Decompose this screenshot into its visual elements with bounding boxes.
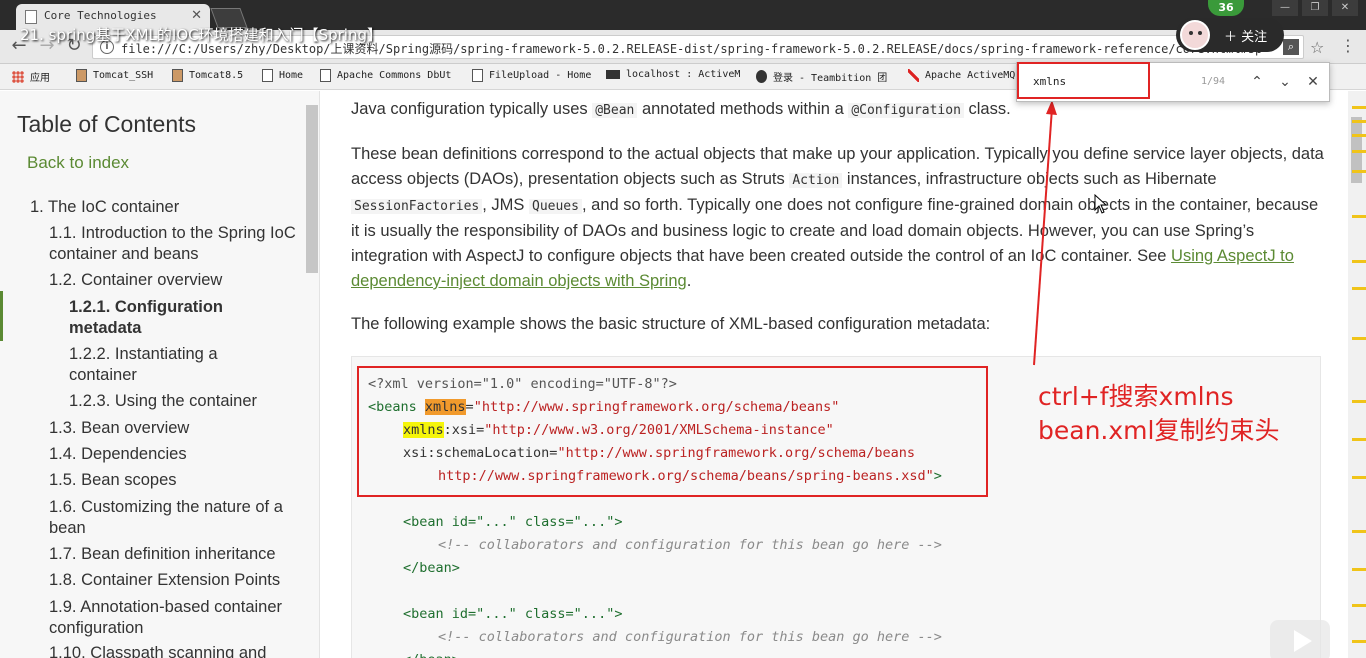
page-icon (320, 69, 331, 82)
find-result-marker (1352, 438, 1366, 441)
page-scrollbar[interactable] (1348, 91, 1366, 658)
close-window-button[interactable]: ✕ (1332, 0, 1358, 16)
toc-item[interactable]: 1.10. Classpath scanning and (49, 643, 299, 658)
bookmark-tomcat85[interactable]: Tomcat8.5 (172, 69, 243, 82)
find-result-marker (1352, 215, 1366, 218)
inline-code: @Configuration (848, 103, 964, 118)
find-match-count: 1/94 (1201, 76, 1226, 87)
avatar (1180, 20, 1210, 50)
teambition-icon (756, 70, 767, 83)
notification-badge: 36 (1208, 0, 1244, 16)
sidebar-scrollbar[interactable] (306, 105, 318, 273)
inline-code: SessionFactories (351, 199, 483, 214)
find-next-icon[interactable]: ⌄ (1275, 72, 1295, 92)
toc-item[interactable]: 1.2.3. Using the container (69, 391, 299, 412)
code-line: </bean> (403, 652, 460, 658)
find-result-marker (1352, 400, 1366, 403)
feather-icon (908, 69, 919, 82)
find-result-marker (1352, 120, 1366, 123)
apps-grid-icon (12, 70, 24, 83)
annotation-box-find (1017, 62, 1150, 99)
toc-item[interactable]: 1.7. Bean definition inheritance (49, 544, 299, 565)
menu-icon[interactable]: ⋮ (1340, 36, 1356, 55)
search-icon[interactable]: ⌕ (1283, 39, 1299, 55)
find-result-marker (1352, 476, 1366, 479)
follow-label: ＋ 关注 (1224, 30, 1268, 45)
find-result-marker (1352, 337, 1366, 340)
find-result-marker (1352, 134, 1366, 137)
paragraph: The following example shows the basic st… (351, 315, 991, 333)
find-result-marker (1352, 170, 1366, 173)
activemq-icon (606, 70, 620, 79)
toc-item-active[interactable]: 1.2.1. Configuration metadata (69, 297, 269, 339)
close-tab-icon[interactable]: ✕ (191, 8, 202, 23)
table-of-contents: Table of Contents Back to index 1. The I… (0, 91, 320, 658)
play-icon[interactable] (1270, 620, 1330, 658)
find-result-marker (1352, 568, 1366, 571)
follow-button[interactable]: ＋ 关注 (1176, 18, 1284, 52)
code-comment: <!-- collaborators and configuration for… (438, 629, 942, 645)
toc-item[interactable]: 1.2. Container overview (49, 270, 299, 291)
minimize-button[interactable]: — (1272, 0, 1298, 16)
toc-item[interactable]: 1.5. Bean scopes (49, 470, 299, 491)
annotation-line: bean.xml复制约束头 (1038, 416, 1280, 445)
find-result-marker (1352, 530, 1366, 533)
code-line: </bean> (403, 560, 460, 576)
find-result-marker (1352, 260, 1366, 263)
bookmark-activemq-localhost[interactable]: localhost : ActiveM (606, 69, 740, 80)
paragraph: These bean definitions correspond to the… (351, 145, 1324, 290)
find-previous-icon[interactable]: ⌃ (1247, 72, 1267, 92)
tomcat-icon (76, 69, 87, 82)
page-icon (472, 69, 483, 82)
toc-item[interactable]: 1.1. Introduction to the Spring IoC cont… (49, 223, 299, 265)
annotation-note: ctrl+f搜索xmlns bean.xml复制约束头 (1038, 380, 1279, 448)
code-line: <bean id="..." class="..."> (403, 606, 623, 622)
toc-item[interactable]: 1.3. Bean overview (49, 418, 299, 439)
bookmark-fileupload[interactable]: FileUpload - Home (472, 69, 591, 82)
inline-code: Queues (529, 199, 582, 214)
inline-code: @Bean (592, 103, 638, 118)
toc-item[interactable]: 1.4. Dependencies (49, 444, 299, 465)
bookmark-home[interactable]: Home (262, 69, 303, 82)
tomcat-icon (172, 69, 183, 82)
window-controls: — ❐ ✕ (1272, 0, 1358, 16)
back-to-index-link[interactable]: Back to index (27, 153, 129, 173)
code-comment: <!-- collaborators and configuration for… (438, 537, 942, 553)
find-result-marker (1352, 150, 1366, 153)
toc-item[interactable]: 1. The IoC container (30, 197, 300, 218)
annotation-line: ctrl+f搜索xmlns (1038, 382, 1234, 411)
video-title: 21. spring基于XML的IOC环境搭建和入门【Spring】 (20, 26, 383, 44)
active-indicator (0, 291, 3, 341)
find-result-marker (1352, 106, 1366, 109)
mouse-pointer-icon (1094, 194, 1108, 214)
bookmark-teambition[interactable]: 登录 - Teambition 团 (756, 69, 887, 84)
toc-item[interactable]: 1.9. Annotation-based container configur… (49, 597, 299, 639)
maximize-button[interactable]: ❐ (1302, 0, 1328, 16)
find-close-icon[interactable]: ✕ (1303, 72, 1323, 92)
toc-item[interactable]: 1.2.2. Instantiating a container (69, 344, 269, 386)
bookmark-commons-dbutils[interactable]: Apache Commons DbUt (320, 69, 451, 82)
bookmark-apps[interactable]: 应用 (12, 69, 50, 84)
toc-item[interactable]: 1.8. Container Extension Points (49, 570, 299, 591)
find-result-marker (1352, 287, 1366, 290)
code-line: <bean id="..." class="..."> (403, 514, 623, 530)
find-result-marker (1352, 604, 1366, 607)
page-icon (262, 69, 273, 82)
annotation-box-code (357, 366, 988, 497)
inline-code: Action (789, 173, 843, 188)
page-icon (25, 10, 37, 24)
bookmark-star-icon[interactable]: ☆ (1310, 38, 1324, 57)
bookmark-apache-activemq[interactable]: Apache ActiveMQ (908, 69, 1015, 82)
tab-title: Core Technologies (44, 9, 157, 22)
toc-title: Table of Contents (17, 111, 197, 137)
bookmark-tomcat-ssh[interactable]: Tomcat_SSH (76, 69, 153, 82)
toc-item[interactable]: 1.6. Customizing the nature of a bean (49, 497, 299, 539)
find-result-marker (1352, 640, 1366, 643)
